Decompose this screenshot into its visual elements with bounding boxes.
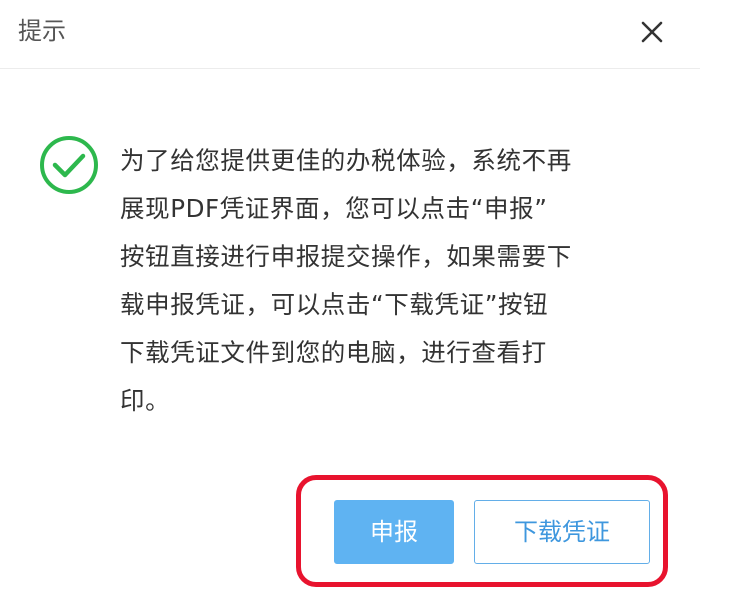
declare-button[interactable]: 申报	[334, 500, 454, 564]
dialog-message: 为了给您提供更佳的办税体验，系统不再 展现PDF凭证界面，您可以点击“申报” 按…	[120, 146, 572, 415]
dialog-title: 提示	[18, 17, 66, 45]
dialog-header: 提示	[0, 0, 700, 69]
close-button[interactable]	[636, 16, 668, 48]
check-circle-icon	[38, 134, 100, 196]
close-icon	[636, 16, 668, 48]
prompt-dialog: 提示 为了给您提供更佳的办税体验，系统不再 展现PDF凭证界面，您可以点击“申报…	[0, 0, 744, 600]
download-certificate-button[interactable]: 下载凭证	[474, 500, 650, 564]
